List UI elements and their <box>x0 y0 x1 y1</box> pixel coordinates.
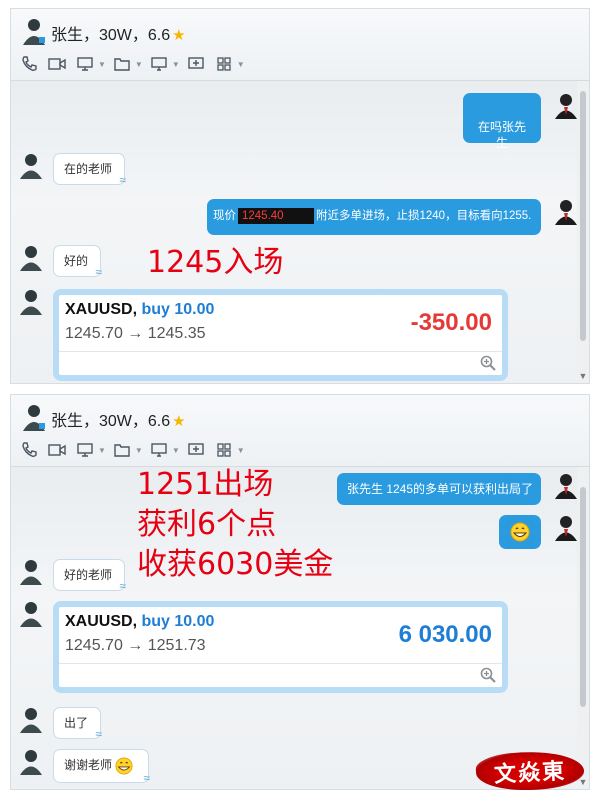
chat-window-bottom: 张生，30W，6.6 ★ ▼ ▼ ▼ ▼ 张先生 1245的多单可以获利出局了 1… <box>10 394 590 790</box>
message-outgoing[interactable]: 现价 1245.40 附近多单进场，止损1240，目标看向1255. <box>207 199 541 235</box>
scrollbar[interactable]: ▼ <box>577 467 589 789</box>
message-incoming[interactable]: 谢谢老师 <box>53 749 150 786</box>
contact-title: 张生，30W，6.6 ★ <box>51 21 186 45</box>
message-outgoing[interactable]: 在吗张先生 <box>463 93 541 150</box>
teacher-avatar[interactable] <box>554 473 578 499</box>
highlighted-price: 1245.40 <box>238 208 314 224</box>
contact-name: 张生，30W，6.6 <box>51 27 171 44</box>
phone-icon[interactable] <box>17 54 41 74</box>
remote-desktop-icon[interactable] <box>147 54 171 74</box>
message-list[interactable]: 张先生 1245的多单可以获利出局了 1251出场 获利6个点 收获6030美金… <box>11 467 589 789</box>
star-icon: ★ <box>172 413 186 430</box>
trade-symbol: XAUUSD, buy 10.00 <box>65 613 215 630</box>
apps-icon[interactable] <box>212 54 236 74</box>
chevron-down-icon[interactable]: ▼ <box>98 60 106 69</box>
video-icon[interactable] <box>45 54 69 74</box>
contact-avatar[interactable] <box>19 601 43 627</box>
contact-avatar[interactable] <box>21 17 47 45</box>
watermark-text: 文焱東 <box>493 758 567 788</box>
message-list[interactable]: 在吗张先生 在的老师 现价1245.40附近多单进场，止损1240，目标看向12… <box>11 81 589 383</box>
contact-avatar[interactable] <box>19 559 43 585</box>
message-text: 现价 <box>213 210 236 222</box>
chevron-down-icon[interactable]: ▼ <box>237 60 245 69</box>
message-incoming[interactable]: 在的老师 <box>53 153 126 188</box>
zoom-icon[interactable] <box>480 355 496 371</box>
scroll-down-icon[interactable]: ▼ <box>578 371 588 381</box>
message-incoming[interactable]: 出了 <box>53 707 102 742</box>
trade-profit-loss: 6 030.00 <box>398 621 492 648</box>
remote-desktop-icon[interactable] <box>147 440 171 460</box>
divider <box>59 663 502 664</box>
annotation-profit-amount: 收获6030美金 <box>137 547 334 582</box>
grin-emoji-icon <box>115 757 133 775</box>
divider <box>59 351 502 352</box>
title-bar: 张生，30W，6.6 ★ ▼ ▼ ▼ ▼ <box>11 395 589 467</box>
message-text: 在吗张先生 <box>477 120 526 150</box>
screen-share-icon[interactable] <box>73 440 97 460</box>
add-chat-icon[interactable] <box>184 440 208 460</box>
annotation-exit: 1251出场 <box>137 467 274 502</box>
video-icon[interactable] <box>45 440 69 460</box>
contact-avatar[interactable] <box>19 749 43 775</box>
folder-icon[interactable] <box>110 440 134 460</box>
contact-name: 张生，30W，6.6 <box>51 413 171 430</box>
folder-icon[interactable] <box>110 54 134 74</box>
scroll-thumb[interactable] <box>580 91 586 341</box>
chat-window-top: 张生，30W，6.6★ ▼ ▼ ▼ ▼ 在吗张先生 在的老师 现价1245.40… <box>10 8 590 384</box>
message-text: 好的 <box>64 254 89 268</box>
chevron-down-icon[interactable]: ▼ <box>172 446 180 455</box>
message-text: 张先生 1245的多单可以获利出局了 <box>347 482 534 496</box>
contact-avatar[interactable] <box>21 403 47 431</box>
trade-profit-loss: -350.00 <box>410 309 492 336</box>
trade-prices: 1245.70 → 1251.73 <box>65 637 206 654</box>
grin-emoji-icon <box>510 522 530 542</box>
teacher-avatar[interactable] <box>554 199 578 225</box>
trade-prices: 1245.70 → 1245.35 <box>65 325 206 342</box>
message-incoming[interactable]: 好的老师 <box>53 559 126 594</box>
message-text: 在的老师 <box>64 162 113 176</box>
toolbar: ▼ ▼ ▼ ▼ <box>17 439 245 461</box>
screen-share-icon[interactable] <box>73 54 97 74</box>
trade-card[interactable]: XAUUSD, buy 10.00 1245.70 → 1251.73 6 03… <box>53 601 508 693</box>
message-text: 好的老师 <box>64 568 113 582</box>
chevron-down-icon[interactable]: ▼ <box>172 60 180 69</box>
message-text: 附近多单进场，止损1240，目标看向1255. <box>316 210 532 222</box>
add-chat-icon[interactable] <box>184 54 208 74</box>
contact-avatar[interactable] <box>19 289 43 315</box>
chevron-down-icon[interactable]: ▼ <box>237 446 245 455</box>
trade-side: buy 10.00 <box>141 613 215 630</box>
trade-side: buy 10.00 <box>141 301 215 318</box>
annotation-profit-points: 获利6个点 <box>137 507 277 542</box>
contact-title: 张生，30W，6.6 ★ <box>51 407 186 431</box>
chevron-down-icon[interactable]: ▼ <box>135 446 143 455</box>
teacher-avatar[interactable] <box>554 515 578 541</box>
message-text: 谢谢老师 <box>64 758 113 773</box>
message-incoming[interactable]: 好的 <box>53 245 102 280</box>
star-icon: ★ <box>172 27 186 44</box>
scroll-thumb[interactable] <box>580 487 586 707</box>
chevron-down-icon[interactable]: ▼ <box>98 446 106 455</box>
trade-card[interactable]: XAUUSD, buy 10.00 1245.70 → 1245.35 -350… <box>53 289 508 381</box>
contact-avatar[interactable] <box>19 707 43 733</box>
contact-avatar[interactable] <box>19 245 43 271</box>
chevron-down-icon[interactable]: ▼ <box>135 60 143 69</box>
message-outgoing[interactable]: 张先生 1245的多单可以获利出局了 <box>337 473 541 505</box>
trade-symbol: XAUUSD, buy 10.00 <box>65 301 215 318</box>
message-text: 出了 <box>64 716 89 730</box>
phone-icon[interactable] <box>17 440 41 460</box>
zoom-icon[interactable] <box>480 667 496 683</box>
message-outgoing[interactable] <box>499 515 541 549</box>
apps-icon[interactable] <box>212 440 236 460</box>
scrollbar[interactable]: ▼ <box>577 81 589 383</box>
teacher-avatar[interactable] <box>554 93 578 119</box>
toolbar: ▼ ▼ ▼ ▼ <box>17 53 245 75</box>
annotation-entry: 1245入场 <box>147 245 284 280</box>
contact-avatar[interactable] <box>19 153 43 179</box>
title-bar: 张生，30W，6.6 ★ ▼ ▼ ▼ ▼ <box>11 9 589 81</box>
